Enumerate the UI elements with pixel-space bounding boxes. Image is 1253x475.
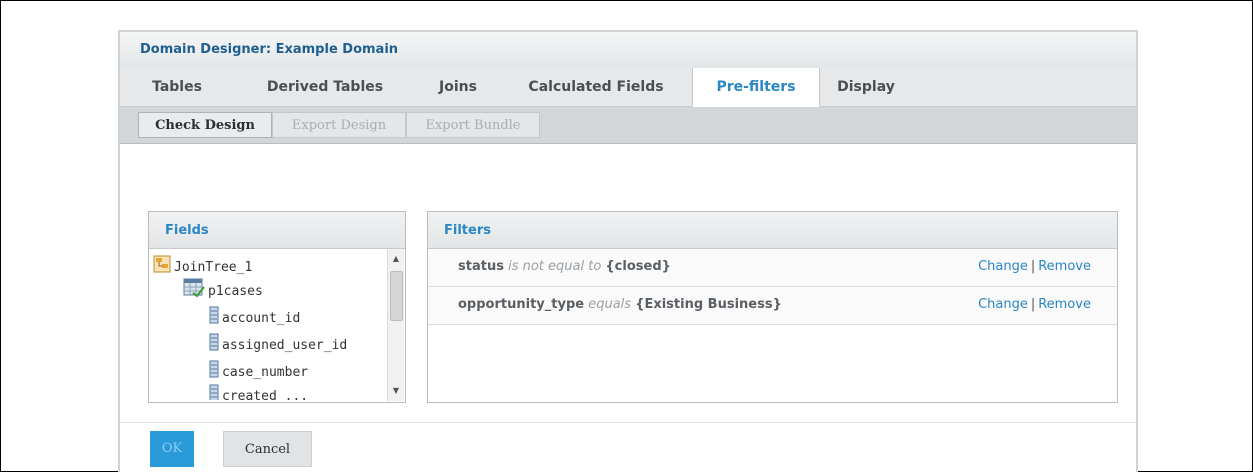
- filter-field: opportunity_type: [458, 297, 585, 312]
- tree-label: case_number: [222, 365, 309, 380]
- export-bundle-button[interactable]: Export Bundle: [406, 112, 540, 138]
- field-icon: [209, 360, 219, 385]
- tree-label: p1cases: [208, 284, 263, 299]
- ok-button[interactable]: OK: [150, 431, 194, 467]
- tree-node-jointree[interactable]: JoinTree_1: [153, 255, 252, 275]
- tab-pre-filters[interactable]: Pre-filters: [692, 68, 820, 107]
- scroll-down-icon[interactable]: ▼: [388, 383, 404, 399]
- table-icon: [183, 278, 205, 305]
- fields-panel: Fields JoinTree_1 p1cases account_id ass…: [148, 211, 406, 403]
- tree-node-assigned-user-id[interactable]: assigned_user_id: [209, 333, 347, 353]
- filter-actions: Change | Remove: [978, 259, 1091, 274]
- tab-calculated-fields[interactable]: Calculated Fields: [518, 68, 674, 106]
- domain-designer-dialog: Domain Designer: Example Domain Tables D…: [118, 30, 1138, 475]
- designer-tabs: Tables Derived Tables Joins Calculated F…: [120, 68, 1136, 107]
- action-separator: |: [1030, 297, 1036, 312]
- filter-expression: opportunity_type equals {Existing Busine…: [458, 297, 782, 312]
- filter-row: status is not equal to {closed} Change | R…: [428, 249, 1117, 287]
- remove-filter-link[interactable]: Remove: [1038, 297, 1091, 312]
- tree-label: account_id: [222, 311, 301, 326]
- filter-operator: is not equal to: [508, 259, 602, 274]
- dialog-title: Domain Designer: Example Domain: [140, 42, 399, 57]
- tab-display[interactable]: Display: [820, 68, 912, 106]
- fields-panel-title: Fields: [165, 223, 209, 238]
- filter-operator: equals: [588, 297, 632, 312]
- tree-node-account-id[interactable]: account_id: [209, 306, 300, 326]
- tree-label: JoinTree_1: [174, 260, 253, 275]
- remove-filter-link[interactable]: Remove: [1038, 259, 1091, 274]
- fields-scrollbar[interactable]: ▲ ▼: [387, 249, 404, 401]
- tree-node-partial[interactable]: created_...: [209, 384, 308, 400]
- filter-actions: Change | Remove: [978, 297, 1091, 312]
- tab-tables[interactable]: Tables: [140, 68, 214, 106]
- tree-label: assigned_user_id: [222, 338, 348, 353]
- filter-value: {Existing Business}: [635, 297, 782, 312]
- tab-joins[interactable]: Joins: [432, 68, 484, 106]
- scroll-thumb[interactable]: [390, 271, 403, 321]
- filter-field: status: [458, 259, 504, 274]
- filters-panel-title: Filters: [444, 223, 491, 238]
- export-design-button[interactable]: Export Design: [272, 112, 406, 138]
- tree-node-case-number[interactable]: case_number: [209, 360, 308, 380]
- dialog-footer: OK Cancel: [120, 422, 1136, 475]
- change-filter-link[interactable]: Change: [978, 297, 1028, 312]
- field-icon: [209, 384, 219, 400]
- cancel-button[interactable]: Cancel: [223, 431, 312, 467]
- dialog-titlebar: Domain Designer: Example Domain: [120, 32, 1136, 69]
- field-icon: [209, 306, 219, 331]
- design-toolbar: Check Design Export Design Export Bundle: [120, 107, 1136, 144]
- filter-row: opportunity_type equals {Existing Busine…: [428, 287, 1117, 325]
- check-design-button[interactable]: Check Design: [138, 112, 272, 138]
- filters-panel: Filters status is not equal to {closed} …: [427, 211, 1118, 403]
- tree-label: created_...: [222, 389, 309, 400]
- scroll-up-icon[interactable]: ▲: [388, 251, 404, 267]
- tree-node-p1cases[interactable]: p1cases: [183, 278, 263, 299]
- filter-value: {closed}: [605, 259, 671, 274]
- action-separator: |: [1030, 259, 1036, 274]
- change-filter-link[interactable]: Change: [978, 259, 1028, 274]
- tab-derived-tables[interactable]: Derived Tables: [260, 68, 390, 106]
- field-icon: [209, 333, 219, 358]
- fields-panel-header: Fields: [149, 212, 405, 249]
- filter-expression: status is not equal to {closed}: [458, 259, 671, 274]
- join-tree-icon: [153, 255, 171, 280]
- filters-panel-header: Filters: [428, 212, 1117, 249]
